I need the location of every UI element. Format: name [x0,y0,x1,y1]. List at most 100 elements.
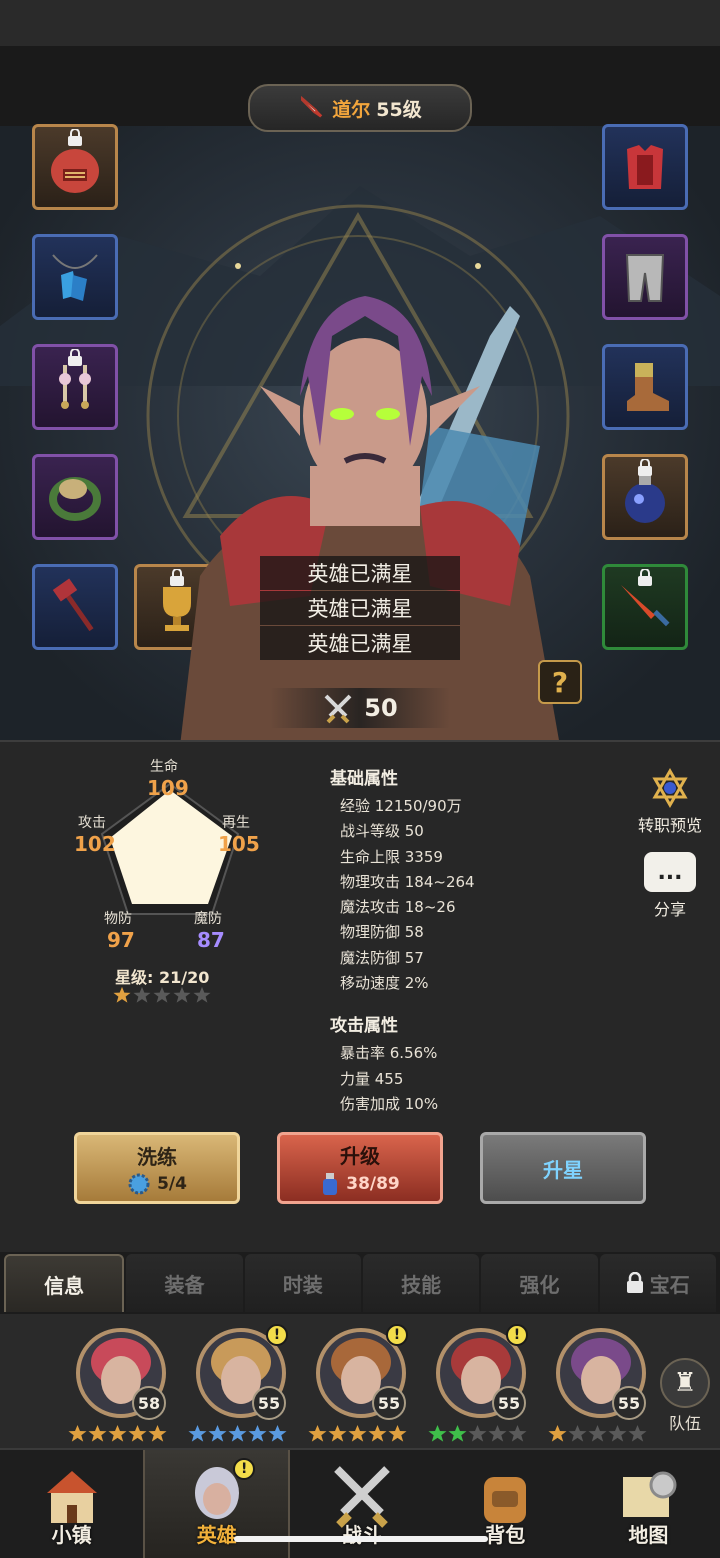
wash-count: 5/4 [157,1173,187,1194]
ring-slot[interactable] [32,454,118,540]
star-filled-icon [448,1424,467,1442]
hammer-icon [52,578,94,632]
earrings-slot[interactable] [32,344,118,430]
lock-icon [638,569,652,586]
boots-icon [627,363,669,411]
hero-level-badge: 55 [612,1386,646,1420]
gear-gem-icon [128,1173,150,1194]
radar-mdef-label: 魔防 [194,911,222,927]
upgrade-count: 38/89 [346,1173,400,1194]
roster-hero[interactable]: 55! [306,1322,416,1442]
attr-row: 经验 12150/90万 [340,797,462,815]
alert-badge-icon: ! [506,1324,528,1346]
hero-level-badge: 55 [252,1386,286,1420]
lock-icon [626,1272,643,1293]
star-rating [113,986,211,1004]
star-filled-icon [248,1424,267,1442]
armor-slot[interactable] [602,124,688,210]
attribute-list: 基础属性 经验 12150/90万 战斗等级 50 生命上限 3359 物理攻击… [330,764,475,1118]
weapon-slot[interactable] [32,564,118,650]
star-empty-icon [608,1424,627,1442]
star-filled-icon [268,1424,287,1442]
max-star-notice-3: 英雄已满星 [260,626,460,660]
boots-slot[interactable] [602,344,688,430]
tab-equipment[interactable]: 装备 [126,1254,243,1312]
ring-icon [49,477,101,521]
roster-hero[interactable]: 55! [186,1322,296,1442]
job-preview-button[interactable]: 转职预览 [628,768,712,836]
tab-info[interactable]: 信息 [4,1254,125,1312]
star-up-button[interactable]: 升星 [480,1132,646,1204]
pants-slot[interactable] [602,234,688,320]
attr-row: 魔法攻击 18~26 [340,898,456,917]
star-empty-icon [588,1424,607,1442]
radar-regen-label: 再生 [222,815,250,831]
star-filled-icon [188,1424,207,1442]
hero-star-rating [188,1424,287,1443]
hero-level-badge: 58 [132,1386,166,1420]
attr-row: 魔法防御 57 [340,948,424,967]
pants-icon [625,254,665,302]
star-level: 星级: 21/20 [115,968,210,987]
star-empty-icon [628,1424,647,1442]
wash-label: 洗练 [137,1144,177,1169]
radar-pdef-label: 物防 [104,911,132,927]
team-label: 队伍 [668,1414,701,1433]
radar-atk-label: 攻击 [78,815,106,831]
roster-hero[interactable]: 55! [426,1322,536,1442]
nav-town-label: 小镇 [51,1523,92,1547]
sword-class-icon [301,95,323,118]
potion-slot[interactable] [602,454,688,540]
star-empty-icon [173,986,191,1003]
star-empty-icon [488,1424,507,1442]
chess-piece-icon: ♜ [660,1358,710,1408]
nav-hero-label: 英雄 [196,1523,237,1547]
nav-map[interactable]: 地图 [577,1450,720,1558]
attr-row: 战斗等级 50 [340,822,424,841]
hero-star-rating [68,1424,167,1443]
hero-level-badge: 55 [492,1386,526,1420]
lock-icon [68,349,82,366]
necklace-icon [52,254,98,301]
alert-badge-icon: ! [386,1324,408,1346]
star-empty-icon [193,986,211,1003]
nav-bag-label: 背包 [485,1523,526,1547]
share-label: 分享 [653,900,686,919]
star-filled-icon [128,1424,147,1442]
helmet-slot[interactable] [32,124,118,210]
dagger-slot[interactable] [602,564,688,650]
star-filled-icon [148,1424,167,1442]
nav-town[interactable]: 小镇 [0,1450,143,1558]
attr-row: 物理攻击 184~264 [340,872,475,891]
star-filled-icon [548,1424,567,1442]
team-button[interactable]: ♜ 队伍 [654,1358,716,1434]
hero-level: 55级 [376,98,422,121]
top-bar [0,0,720,46]
share-button[interactable]: ... 分享 [628,852,712,920]
radar-hp-value: 109 [147,776,189,800]
star-filled-icon [228,1424,247,1442]
tab-gems[interactable]: 宝石 [599,1254,716,1312]
star-empty-icon [568,1424,587,1442]
star-filled-icon [108,1424,127,1442]
radar-mdef-value: 87 [197,928,225,952]
wash-button[interactable]: 洗练 5/4 [74,1132,240,1204]
roster-hero[interactable]: 55 [546,1322,656,1442]
star-filled-icon [388,1424,407,1442]
attr-row: 力量 455 [340,1069,404,1088]
nav-battle-label: 战斗 [342,1523,382,1547]
tab-skills[interactable]: 技能 [362,1254,480,1312]
upgrade-button[interactable]: 升级 38/89 [277,1132,443,1204]
star-filled-icon [428,1424,447,1442]
tab-costume[interactable]: 时装 [244,1254,361,1312]
roster-hero[interactable]: 58 [66,1322,176,1442]
help-button[interactable]: ? [538,660,582,704]
base-attrs-title: 基础属性 [330,769,398,789]
hero-star-rating [428,1424,527,1443]
necklace-slot[interactable] [32,234,118,320]
chat-bubble-icon: ... [644,852,696,892]
tab-enhance[interactable]: 强化 [481,1254,598,1312]
combat-power: 50 [270,688,450,728]
lock-icon [68,129,82,146]
attr-row: 物理防御 58 [340,923,424,942]
